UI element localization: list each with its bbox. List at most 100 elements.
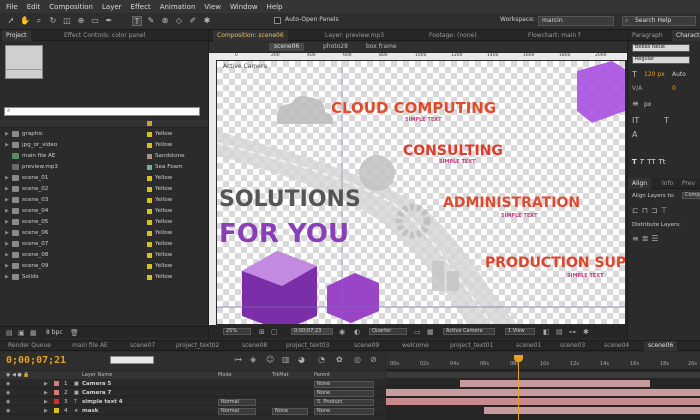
auto-open-checkbox[interactable]	[274, 17, 281, 24]
label-swatch[interactable]	[54, 390, 59, 395]
small-caps-button[interactable]: Tt	[659, 158, 666, 166]
auto-keyframe-icon[interactable]: ◎	[354, 355, 361, 364]
list-item[interactable]: ▶ graphic Yellow	[0, 130, 207, 139]
parent-select[interactable]: None	[314, 389, 374, 397]
tab-project[interactable]: Project	[2, 30, 31, 41]
show-channel-icon[interactable]: ◐	[354, 328, 360, 336]
tab-layer[interactable]: Layer: preview.mp3	[321, 30, 388, 41]
distribute-center-icon[interactable]: ≣	[642, 234, 649, 243]
motion-blur-icon[interactable]: ◕	[298, 355, 305, 364]
selection-tool-icon[interactable]: ➚	[6, 16, 16, 26]
tab-align[interactable]: Align	[628, 178, 652, 189]
distribute-bottom-icon[interactable]: ☰	[651, 234, 658, 243]
font-family-select[interactable]: Bebas Neue	[632, 44, 690, 52]
blend-mode-select[interactable]: Normal	[218, 398, 256, 406]
expand-icon[interactable]: ▶	[5, 141, 9, 150]
menu-edit[interactable]: Edit	[27, 3, 41, 11]
search-help-input[interactable]: Search Help	[622, 16, 696, 26]
stroke-unit[interactable]: px	[644, 101, 651, 108]
list-item[interactable]: ▶ scene_04 Yellow	[0, 207, 207, 216]
expand-icon[interactable]: ▶	[5, 174, 9, 183]
tab-info[interactable]: Info	[658, 178, 677, 189]
tab-project-text01[interactable]: project_text01	[446, 341, 497, 351]
layer-bar-mask[interactable]	[484, 407, 700, 414]
camera-view-select[interactable]: Active Camera	[443, 328, 495, 335]
list-item[interactable]: ▶ scene_05 Yellow	[0, 218, 207, 227]
menu-file[interactable]: File	[6, 3, 18, 11]
col-parent[interactable]: Parent	[314, 371, 330, 379]
expand-icon[interactable]: ▶	[5, 273, 9, 282]
expand-icon[interactable]: ▶	[5, 251, 9, 260]
bpc-button[interactable]: 8 bpc	[46, 329, 63, 336]
menu-animation[interactable]: Animation	[160, 3, 196, 11]
expand-icon[interactable]: ▶	[5, 185, 9, 194]
eye-icon[interactable]: ◉	[6, 389, 10, 397]
all-caps-button[interactable]: TT	[647, 158, 655, 166]
tab-scene08[interactable]: scene08	[238, 341, 271, 351]
graph-editor-icon[interactable]: ◔	[318, 355, 325, 364]
new-composition-icon[interactable]: ▦	[30, 329, 37, 337]
align-left-icon[interactable]: ⊏	[632, 206, 639, 215]
label-swatch[interactable]	[54, 399, 59, 404]
hide-shy-icon[interactable]: ☺	[266, 355, 274, 364]
leading-value[interactable]: Auto	[672, 71, 686, 78]
trash-icon[interactable]: 🗑	[70, 329, 79, 337]
eraser-tool-icon[interactable]: ◇	[174, 16, 184, 26]
playhead[interactable]	[518, 356, 519, 420]
new-folder-icon[interactable]: ▣	[18, 329, 25, 337]
track-matte-select[interactable]: None	[272, 407, 308, 415]
tab-footage[interactable]: Footage: (none)	[425, 30, 481, 41]
timeline-timecode[interactable]: 0;00;07;21	[6, 355, 66, 366]
mask-visibility-icon[interactable]: ▢	[271, 328, 278, 336]
type-tool-icon[interactable]: T	[132, 16, 142, 26]
align-right-icon[interactable]: ⊐	[651, 206, 658, 215]
view-layout-select[interactable]: 1 View	[505, 328, 535, 335]
flowchart-icon[interactable]: ⊶	[569, 328, 576, 336]
list-item[interactable]: ▶ Solids Yellow	[0, 273, 207, 282]
align-top-icon[interactable]: ⊤	[661, 206, 668, 215]
time-ruler[interactable]: 00s 02s 04s 06s 08s 10s 12s 14s 16s 18s …	[386, 352, 700, 370]
menu-help[interactable]: Help	[267, 3, 283, 11]
hand-tool-icon[interactable]: ✋	[20, 16, 30, 26]
interpret-footage-icon[interactable]: ▤	[6, 329, 13, 337]
tab-render-queue[interactable]: Render Queue	[4, 341, 55, 351]
parent-select[interactable]: None	[314, 380, 374, 388]
tab-character[interactable]: Charact	[672, 30, 700, 41]
snapshot-icon[interactable]: ◉	[339, 328, 345, 336]
expand-icon[interactable]: ▶	[5, 240, 9, 249]
expand-icon[interactable]: ▶	[5, 229, 9, 238]
tracking-value[interactable]: 0	[672, 85, 676, 92]
eye-icon[interactable]: ◉	[6, 407, 10, 415]
tab-preview[interactable]: Prev	[678, 178, 699, 189]
pen-tool-icon[interactable]: ✒	[104, 16, 114, 26]
list-item[interactable]: ▶ scene_06 Yellow	[0, 229, 207, 238]
eye-icon[interactable]: ◉	[6, 380, 10, 388]
comp-viewer[interactable]: Active Camera CLOUD COMPUTING SIMPLE TEX…	[217, 61, 625, 324]
list-item[interactable]: preview.mp3 Sea Foam	[0, 163, 207, 172]
font-style-select[interactable]: Regular	[632, 56, 690, 64]
menu-window[interactable]: Window	[230, 3, 258, 11]
menu-effect[interactable]: Effect	[131, 3, 151, 11]
timeline-icon[interactable]: ▤	[556, 328, 563, 336]
transparency-grid-icon[interactable]: ▦	[427, 328, 434, 336]
work-area-bar[interactable]	[386, 372, 700, 378]
list-item[interactable]: ▶ scene_07 Yellow	[0, 240, 207, 249]
menu-composition[interactable]: Composition	[49, 3, 93, 11]
list-item[interactable]: ▶ scene_09 Yellow	[0, 262, 207, 271]
layer-name[interactable]: mask	[82, 407, 98, 415]
list-item[interactable]: ▶ scene_01 Yellow	[0, 174, 207, 183]
blend-mode-select[interactable]: Normal	[218, 407, 256, 415]
tab-scene09[interactable]: scene09	[350, 341, 383, 351]
brainstorm-icon[interactable]: ✿	[336, 355, 343, 364]
frame-blending-icon[interactable]: ▥	[282, 355, 290, 364]
align-center-icon[interactable]: ⊓	[642, 206, 648, 215]
col-trkmat[interactable]: TrkMat	[272, 371, 289, 379]
expand-icon[interactable]: ▶	[44, 389, 48, 397]
breadcrumb-box-frame[interactable]: box frame	[366, 43, 397, 50]
layer-name[interactable]: Camera 7	[82, 389, 111, 397]
col-mode[interactable]: Mode	[218, 371, 232, 379]
table-row[interactable]: ◉ ▶ 3 T simple text 4 Normal 5. Product	[0, 398, 385, 406]
tab-flowchart[interactable]: Flowchart: main f	[524, 30, 584, 41]
layer-bar-camera-5[interactable]	[460, 380, 650, 387]
list-item[interactable]: ▶ jpg_or_video Yellow	[0, 141, 207, 150]
